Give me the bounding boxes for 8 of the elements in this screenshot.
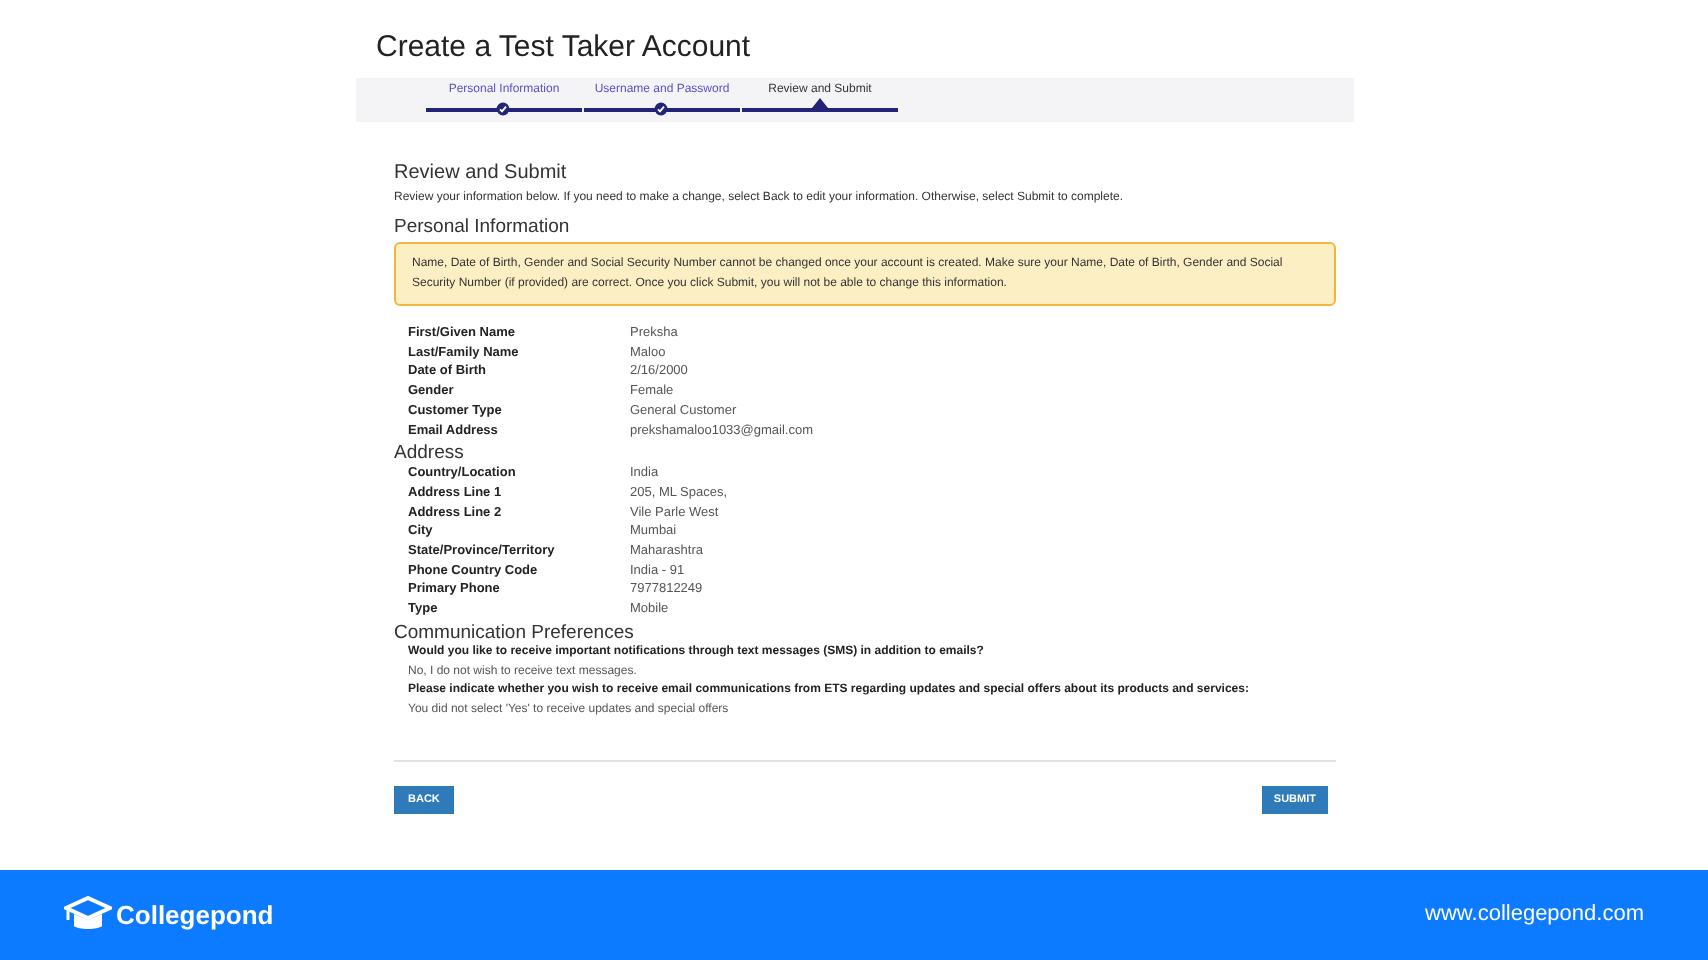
graduation-cap-icon (64, 895, 112, 935)
section-heading: Personal Information (394, 216, 570, 238)
page-title: Create a Test Taker Account (376, 30, 751, 66)
section-heading: Review and Submit (394, 162, 567, 186)
brand-name: Collegepond (116, 897, 274, 934)
section-heading: Address (394, 442, 464, 465)
section-heading: Communication Preferences (394, 621, 634, 644)
website-url: www.collegepond.com (1425, 900, 1644, 931)
